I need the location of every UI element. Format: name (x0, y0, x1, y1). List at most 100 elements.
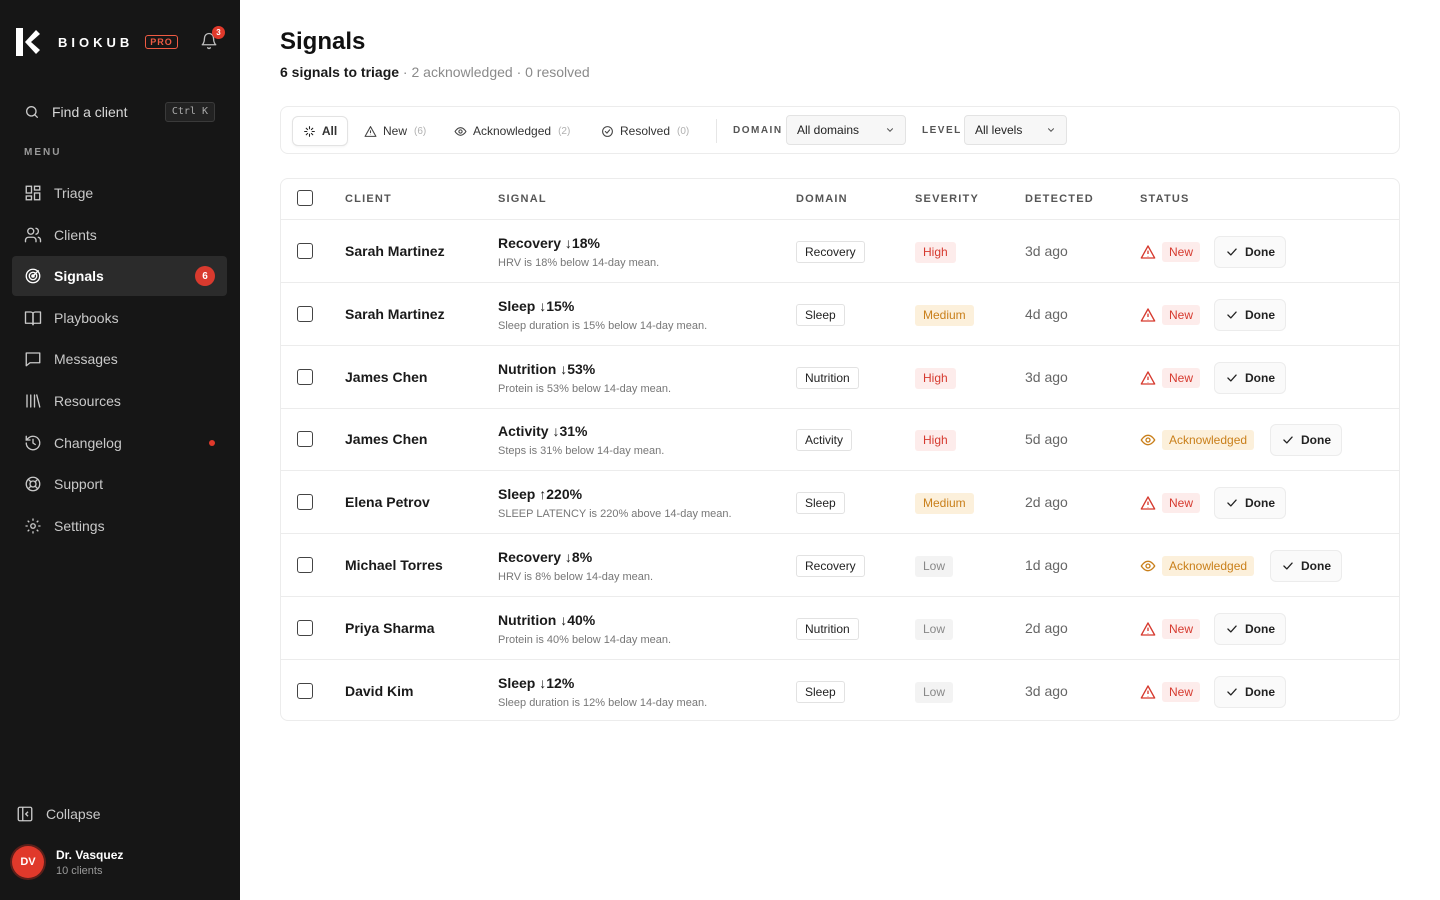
client-name[interactable]: James Chen (345, 369, 427, 385)
mark-done-button[interactable]: Done (1214, 612, 1286, 645)
table-row[interactable]: James Chen Activity ↓31% Steps is 31% belo… (281, 408, 1399, 472)
table-row[interactable]: James Chen Nutrition ↓53% Protein is 53% b… (281, 346, 1399, 409)
signal-title: Activity ↓31% (498, 423, 588, 440)
filter-tab-acknowledged[interactable]: Acknowledged (2) (454, 116, 570, 146)
row-checkbox[interactable] (297, 243, 313, 259)
search-icon (26, 106, 38, 118)
select-all-checkbox[interactable] (297, 190, 313, 206)
filter-tab-resolved[interactable]: Resolved (0) (601, 116, 689, 146)
client-name[interactable]: Sarah Martinez (345, 243, 445, 259)
sidebar-item-playbooks[interactable]: Playbooks (12, 298, 227, 338)
sidebar-item-label: Triage (54, 185, 94, 201)
table-row[interactable]: Michael Torres Recovery ↓8% HRV is 8% belo… (281, 534, 1399, 597)
detected-time: 3d ago (1025, 368, 1068, 385)
table-row[interactable]: Elena Petrov Sleep ↑220% SLEEP LATENCY is … (281, 471, 1399, 535)
table-row[interactable]: David Kim Sleep ↓12% Sleep duration is 12%… (281, 660, 1399, 723)
row-checkbox[interactable] (297, 368, 313, 385)
check-icon (1225, 685, 1245, 699)
user-client-count: 10 clients (56, 864, 103, 877)
sidebar-item-messages[interactable]: Messages (12, 339, 227, 379)
sidebar-item-clients[interactable]: Clients (12, 215, 227, 255)
level-select[interactable]: All levels (964, 115, 1067, 145)
sidebar-item-label: Messages (54, 351, 118, 368)
signal-description: Protein is 40% below 14-day mean. (498, 633, 672, 646)
column-header-status: STATUS (1140, 193, 1190, 205)
sidebar-item-triage[interactable]: Triage (12, 173, 227, 213)
client-name[interactable]: James Chen (345, 431, 427, 447)
client-name[interactable]: David Kim (345, 683, 413, 699)
domain-tag: Nutrition (796, 366, 859, 389)
filter-tab-new[interactable]: New (6) (364, 116, 426, 146)
signals-table: CLIENT SIGNAL DOMAIN SEVERITY DETECTED S… (280, 178, 1400, 721)
mark-done-button[interactable]: Done (1214, 675, 1286, 708)
user-profile[interactable]: DV Dr. Vasquez 10 clients (12, 846, 123, 878)
sidebar-item-signals[interactable]: Signals 6 (12, 256, 227, 297)
row-checkbox[interactable] (297, 619, 313, 636)
row-checkbox[interactable] (297, 305, 313, 322)
sidebar-item-resources[interactable]: Resources (12, 381, 227, 421)
sidebar-item-settings[interactable]: Settings (12, 506, 227, 546)
detected-time: 2d ago (1025, 494, 1068, 511)
find-client-button[interactable]: Find a client Ctrl K (12, 96, 227, 128)
severity-badge: High (915, 242, 956, 263)
sidebar-item-label: Support (54, 476, 104, 493)
level-select-value: All levels (975, 123, 1023, 137)
collapse-sidebar-button[interactable]: Collapse (12, 800, 100, 828)
sidebar-item-label: Resources (54, 392, 121, 409)
table-row[interactable]: Sarah Martinez Recovery ↓18% HRV is 18% be… (281, 220, 1399, 283)
chevron-down-icon (886, 128, 894, 132)
mark-done-button[interactable]: Done (1214, 487, 1286, 520)
domain-tag: Nutrition (796, 617, 859, 640)
collapse-panel-icon (17, 806, 33, 822)
signal-target-icon (25, 268, 41, 284)
sidebar-item-changelog[interactable]: Changelog (12, 423, 227, 463)
column-header-severity: SEVERITY (915, 193, 980, 205)
severity-badge: Medium (915, 304, 974, 326)
client-name[interactable]: Michael Torres (345, 557, 443, 573)
client-name[interactable]: Sarah Martinez (345, 306, 445, 322)
signal-title: Nutrition ↓40% (498, 611, 596, 628)
row-checkbox[interactable] (297, 557, 313, 573)
summary-primary: 6 signals to triage (280, 64, 400, 80)
warning-triangle-icon (364, 125, 377, 137)
check-icon (1225, 496, 1245, 510)
mark-done-button[interactable]: Done (1270, 550, 1342, 582)
detected-time: 1d ago (1025, 557, 1068, 573)
filter-tab-label: Acknowledged (473, 124, 552, 138)
domain-tag: Recovery (796, 241, 865, 263)
signal-description: Protein is 53% below 14-day mean. (498, 382, 672, 395)
row-checkbox[interactable] (297, 431, 313, 448)
client-name[interactable]: Priya Sharma (345, 620, 435, 636)
sidebar-item-support[interactable]: Support (12, 464, 227, 504)
column-header-signal: SIGNAL (498, 193, 547, 205)
gear-icon (25, 518, 41, 534)
warning-triangle-icon (1140, 621, 1156, 637)
sidebar-item-label: Signals (54, 268, 104, 285)
biokub-logo-icon (16, 28, 40, 56)
signal-description: Sleep duration is 12% below 14-day mean. (498, 696, 708, 709)
filter-tab-all[interactable]: All (292, 116, 348, 146)
signal-title: Sleep ↓15% (498, 297, 575, 314)
mark-done-button[interactable]: Done (1214, 298, 1286, 331)
mark-done-button[interactable]: Done (1214, 236, 1286, 268)
chevron-down-icon (1047, 128, 1055, 132)
warning-triangle-icon (1140, 495, 1156, 511)
filter-tab-label: New (383, 124, 408, 138)
severity-badge: Medium (915, 493, 974, 515)
mark-done-button[interactable]: Done (1270, 424, 1342, 457)
level-filter-label: LEVEL (922, 125, 962, 136)
client-name[interactable]: Elena Petrov (345, 494, 430, 510)
signal-description: Sleep duration is 15% below 14-day mean. (498, 319, 708, 332)
table-row[interactable]: Sarah Martinez Sleep ↓15% Sleep duration i… (281, 283, 1399, 346)
user-name: Dr. Vasquez (56, 847, 124, 862)
brand[interactable]: BIOKUB PRO (16, 28, 178, 56)
signal-title: Sleep ↑220% (498, 486, 583, 503)
domain-select[interactable]: All domains (786, 115, 906, 145)
row-checkbox[interactable] (297, 682, 313, 699)
table-header: CLIENT SIGNAL DOMAIN SEVERITY DETECTED S… (281, 179, 1399, 220)
table-row[interactable]: Priya Sharma Nutrition ↓40% Protein is 40%… (281, 597, 1399, 660)
history-icon (25, 435, 41, 450)
signal-title: Nutrition ↓53% (498, 360, 596, 377)
row-checkbox[interactable] (297, 494, 313, 511)
mark-done-button[interactable]: Done (1214, 361, 1286, 394)
